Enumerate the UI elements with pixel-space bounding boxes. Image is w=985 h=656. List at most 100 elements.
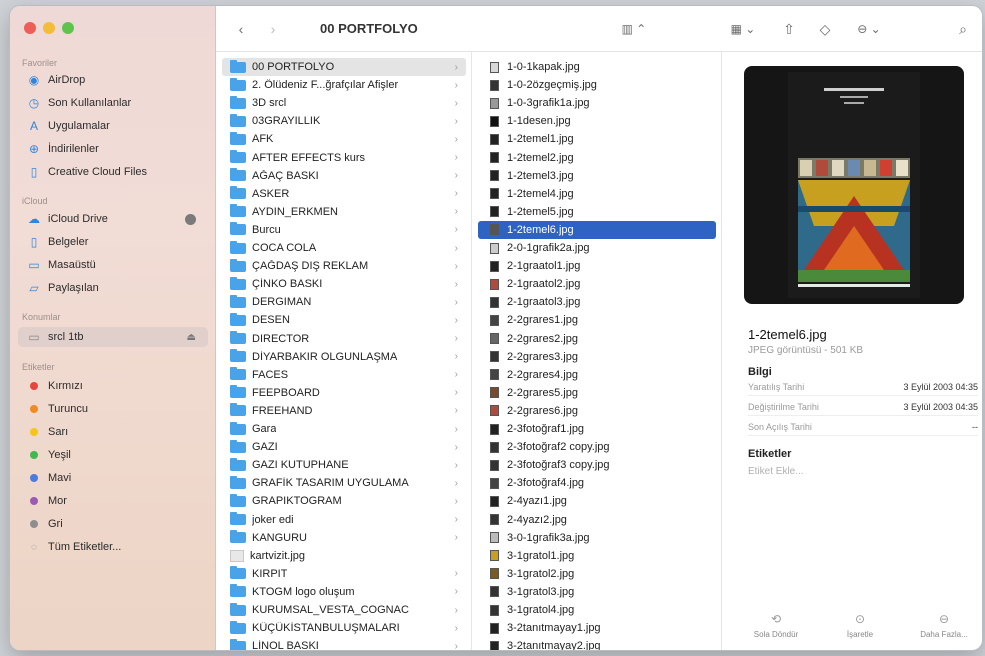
folder-list-item[interactable]: GAZI KUTUPHANE › xyxy=(222,456,466,474)
folder-list-item[interactable]: KÜÇÜKİSTANBULUŞMALARI › xyxy=(222,619,466,637)
file-list-item[interactable]: 2-4yazı2.jpg xyxy=(478,511,716,529)
folder-list-item[interactable]: GRAPIKTOGRAM › xyxy=(222,492,466,510)
file-list-item[interactable]: 1-2temel1.jpg xyxy=(478,130,716,148)
folder-list-item[interactable]: KURUMSAL_VESTA_COGNAC › xyxy=(222,601,466,619)
add-tag-field[interactable]: Etiket Ekle... xyxy=(748,466,804,477)
sidebar-item-airdrop[interactable]: ◉ AirDrop xyxy=(18,70,208,90)
sidebar-all-tags[interactable]: ◌ Tüm Etiketler... xyxy=(18,537,208,557)
folder-list-item[interactable]: ÇAĞDAŞ DIŞ REKLAM › xyxy=(222,257,466,275)
eject-icon[interactable]: ⏏ xyxy=(187,332,196,343)
folder-list-item[interactable]: GRAFİK TASARIM UYGULAMA › xyxy=(222,474,466,492)
folder-list-item[interactable]: joker edi › xyxy=(222,511,466,529)
folder-list-item[interactable]: AYDIN_ERKMEN › xyxy=(222,203,466,221)
file-list-item[interactable]: 1-1desen.jpg xyxy=(478,112,716,130)
tag-button[interactable]: ◇ xyxy=(814,18,836,40)
share-button[interactable]: ⇧ xyxy=(778,18,800,40)
file-list-item[interactable]: 3-1gratol2.jpg xyxy=(478,565,716,583)
folder-list-item[interactable]: ÇİNKO BASKI › xyxy=(222,275,466,293)
file-list-item[interactable]: 2-2grares2.jpg xyxy=(478,330,716,348)
folder-list-item[interactable]: 2. Ölüdeniz F...ğrafçılar Afişler › xyxy=(222,76,466,94)
file-list-item[interactable]: 1-2temel3.jpg xyxy=(478,167,716,185)
folder-list-item[interactable]: AFK › xyxy=(222,130,466,148)
forward-button[interactable]: › xyxy=(262,18,284,40)
markup-button[interactable]: ⊙ İşaretle xyxy=(820,612,900,639)
file-list-item[interactable]: 3-2tanıtmayay2.jpg xyxy=(478,637,716,650)
file-list-item[interactable]: 3-1gratol3.jpg xyxy=(478,583,716,601)
folder-list-item[interactable]: AĞAÇ BASKI › xyxy=(222,167,466,185)
file-list-item[interactable]: 2-2grares3.jpg xyxy=(478,348,716,366)
rotate-left-button[interactable]: ⟲ Sola Döndür xyxy=(736,612,816,639)
folder-list-item[interactable]: COCA COLA › xyxy=(222,239,466,257)
sidebar-item-shared[interactable]: ▱ Paylaşılan xyxy=(18,278,208,298)
folder-list-item[interactable]: LİNOL BASKI › xyxy=(222,637,466,650)
folder-list-item[interactable]: DİYARBAKIR OLGUNLAŞMA › xyxy=(222,348,466,366)
folder-list-item[interactable]: 3D srcl › xyxy=(222,94,466,112)
file-list-item[interactable]: 2-1graatol3.jpg xyxy=(478,293,716,311)
file-list-item[interactable]: 2-1graatol1.jpg xyxy=(478,257,716,275)
folder-list-item[interactable]: KTOGM logo oluşum › xyxy=(222,583,466,601)
file-list-item[interactable]: 2-3fotoğraf3 copy.jpg xyxy=(478,456,716,474)
folder-list-item[interactable]: ASKER › xyxy=(222,185,466,203)
file-list-item[interactable]: 2-4yazı1.jpg xyxy=(478,492,716,510)
folder-list-item[interactable]: FREEHAND › xyxy=(222,402,466,420)
folder-list-item[interactable]: Burcu › xyxy=(222,221,466,239)
sidebar-item-disk[interactable]: ▭ srcl 1tb ⏏ xyxy=(18,327,208,347)
view-mode-button[interactable]: ▥ ⌃ xyxy=(614,18,654,40)
zoom-window-button[interactable] xyxy=(62,22,74,34)
folder-list-item[interactable]: FEEPBOARD › xyxy=(222,384,466,402)
group-button[interactable]: ▦ ⌄ xyxy=(726,18,760,40)
sidebar-item-recents[interactable]: ◷ Son Kullanılanlar xyxy=(18,93,208,113)
sidebar-tag-purple[interactable]: Mor xyxy=(18,491,208,511)
search-button[interactable]: ⌕ xyxy=(952,18,974,40)
action-menu-button[interactable]: ⊖ ⌄ xyxy=(852,18,886,40)
file-list-item[interactable]: 2-3fotoğraf4.jpg xyxy=(478,474,716,492)
folder-list-item[interactable]: DERGIMAN › xyxy=(222,293,466,311)
folder-list-item[interactable]: 00 PORTFOLYO › xyxy=(222,58,466,76)
file-list-item[interactable]: 1-2temel2.jpg xyxy=(478,149,716,167)
file-list-item[interactable]: 2-2grares4.jpg xyxy=(478,366,716,384)
file-list-item[interactable]: 1-0-3grafik1a.jpg xyxy=(478,94,716,112)
folder-list-item[interactable]: Gara › xyxy=(222,420,466,438)
sidebar-tag-green[interactable]: Yeşil xyxy=(18,445,208,465)
file-list-item[interactable]: 1-2temel6.jpg xyxy=(478,220,716,239)
file-list-item[interactable]: 2-2grares6.jpg xyxy=(478,402,716,420)
folder-list-item[interactable]: 03GRAYILLIK › xyxy=(222,112,466,130)
file-list-item[interactable]: 3-1gratol4.jpg xyxy=(478,601,716,619)
file-list-item[interactable]: 3-0-1grafik3a.jpg xyxy=(478,529,716,547)
folder-list-item[interactable]: AFTER EFFECTS kurs › xyxy=(222,149,466,167)
sidebar-item-creative-cloud[interactable]: ▯ Creative Cloud Files xyxy=(18,162,208,182)
file-list-item[interactable]: 2-1graatol2.jpg xyxy=(478,275,716,293)
more-actions-button[interactable]: ⊖ Daha Fazla... xyxy=(904,612,982,639)
close-window-button[interactable] xyxy=(24,22,36,34)
preview-image[interactable] xyxy=(744,66,964,304)
file-list-item[interactable]: 1-0-1kapak.jpg xyxy=(478,58,716,76)
folder-list-item[interactable]: KIRPIT › xyxy=(222,565,466,583)
file-list-item[interactable]: 1-2temel5.jpg xyxy=(478,203,716,221)
file-list-item[interactable]: 3-2tanıtmayay1.jpg xyxy=(478,619,716,637)
file-list-item[interactable]: kartvizit.jpg xyxy=(222,547,466,565)
file-list-item[interactable]: 2-2grares5.jpg xyxy=(478,384,716,402)
file-list-item[interactable]: 1-2temel4.jpg xyxy=(478,185,716,203)
back-button[interactable]: ‹ xyxy=(230,18,252,40)
file-list-item[interactable]: 2-3fotoğraf2 copy.jpg xyxy=(478,438,716,456)
file-list-item[interactable]: 2-3fotoğraf1.jpg xyxy=(478,420,716,438)
minimize-window-button[interactable] xyxy=(43,22,55,34)
sidebar-item-icloud-drive[interactable]: ☁ iCloud Drive xyxy=(18,209,208,229)
file-list-item[interactable]: 3-1gratol1.jpg xyxy=(478,547,716,565)
sidebar-item-documents[interactable]: ▯ Belgeler xyxy=(18,232,208,252)
folder-list-item[interactable]: FACES › xyxy=(222,366,466,384)
sidebar-tag-gray[interactable]: Gri xyxy=(18,514,208,534)
folder-list-item[interactable]: DESEN › xyxy=(222,311,466,329)
folder-list-item[interactable]: GAZI › xyxy=(222,438,466,456)
sidebar-item-desktop[interactable]: ▭ Masaüstü xyxy=(18,255,208,275)
sidebar-tag-yellow[interactable]: Sarı xyxy=(18,422,208,442)
file-list-item[interactable]: 1-0-2özgeçmiş.jpg xyxy=(478,76,716,94)
sidebar-item-downloads[interactable]: ⊕ İndirilenler xyxy=(18,139,208,159)
sidebar-tag-red[interactable]: Kırmızı xyxy=(18,376,208,396)
sidebar-item-applications[interactable]: A Uygulamalar xyxy=(18,116,208,136)
sidebar-tag-blue[interactable]: Mavi xyxy=(18,468,208,488)
file-list-item[interactable]: 2-2grares1.jpg xyxy=(478,311,716,329)
folder-list-item[interactable]: KANGURU › xyxy=(222,529,466,547)
file-list-item[interactable]: 2-0-1grafik2a.jpg xyxy=(478,239,716,257)
sidebar-tag-orange[interactable]: Turuncu xyxy=(18,399,208,419)
